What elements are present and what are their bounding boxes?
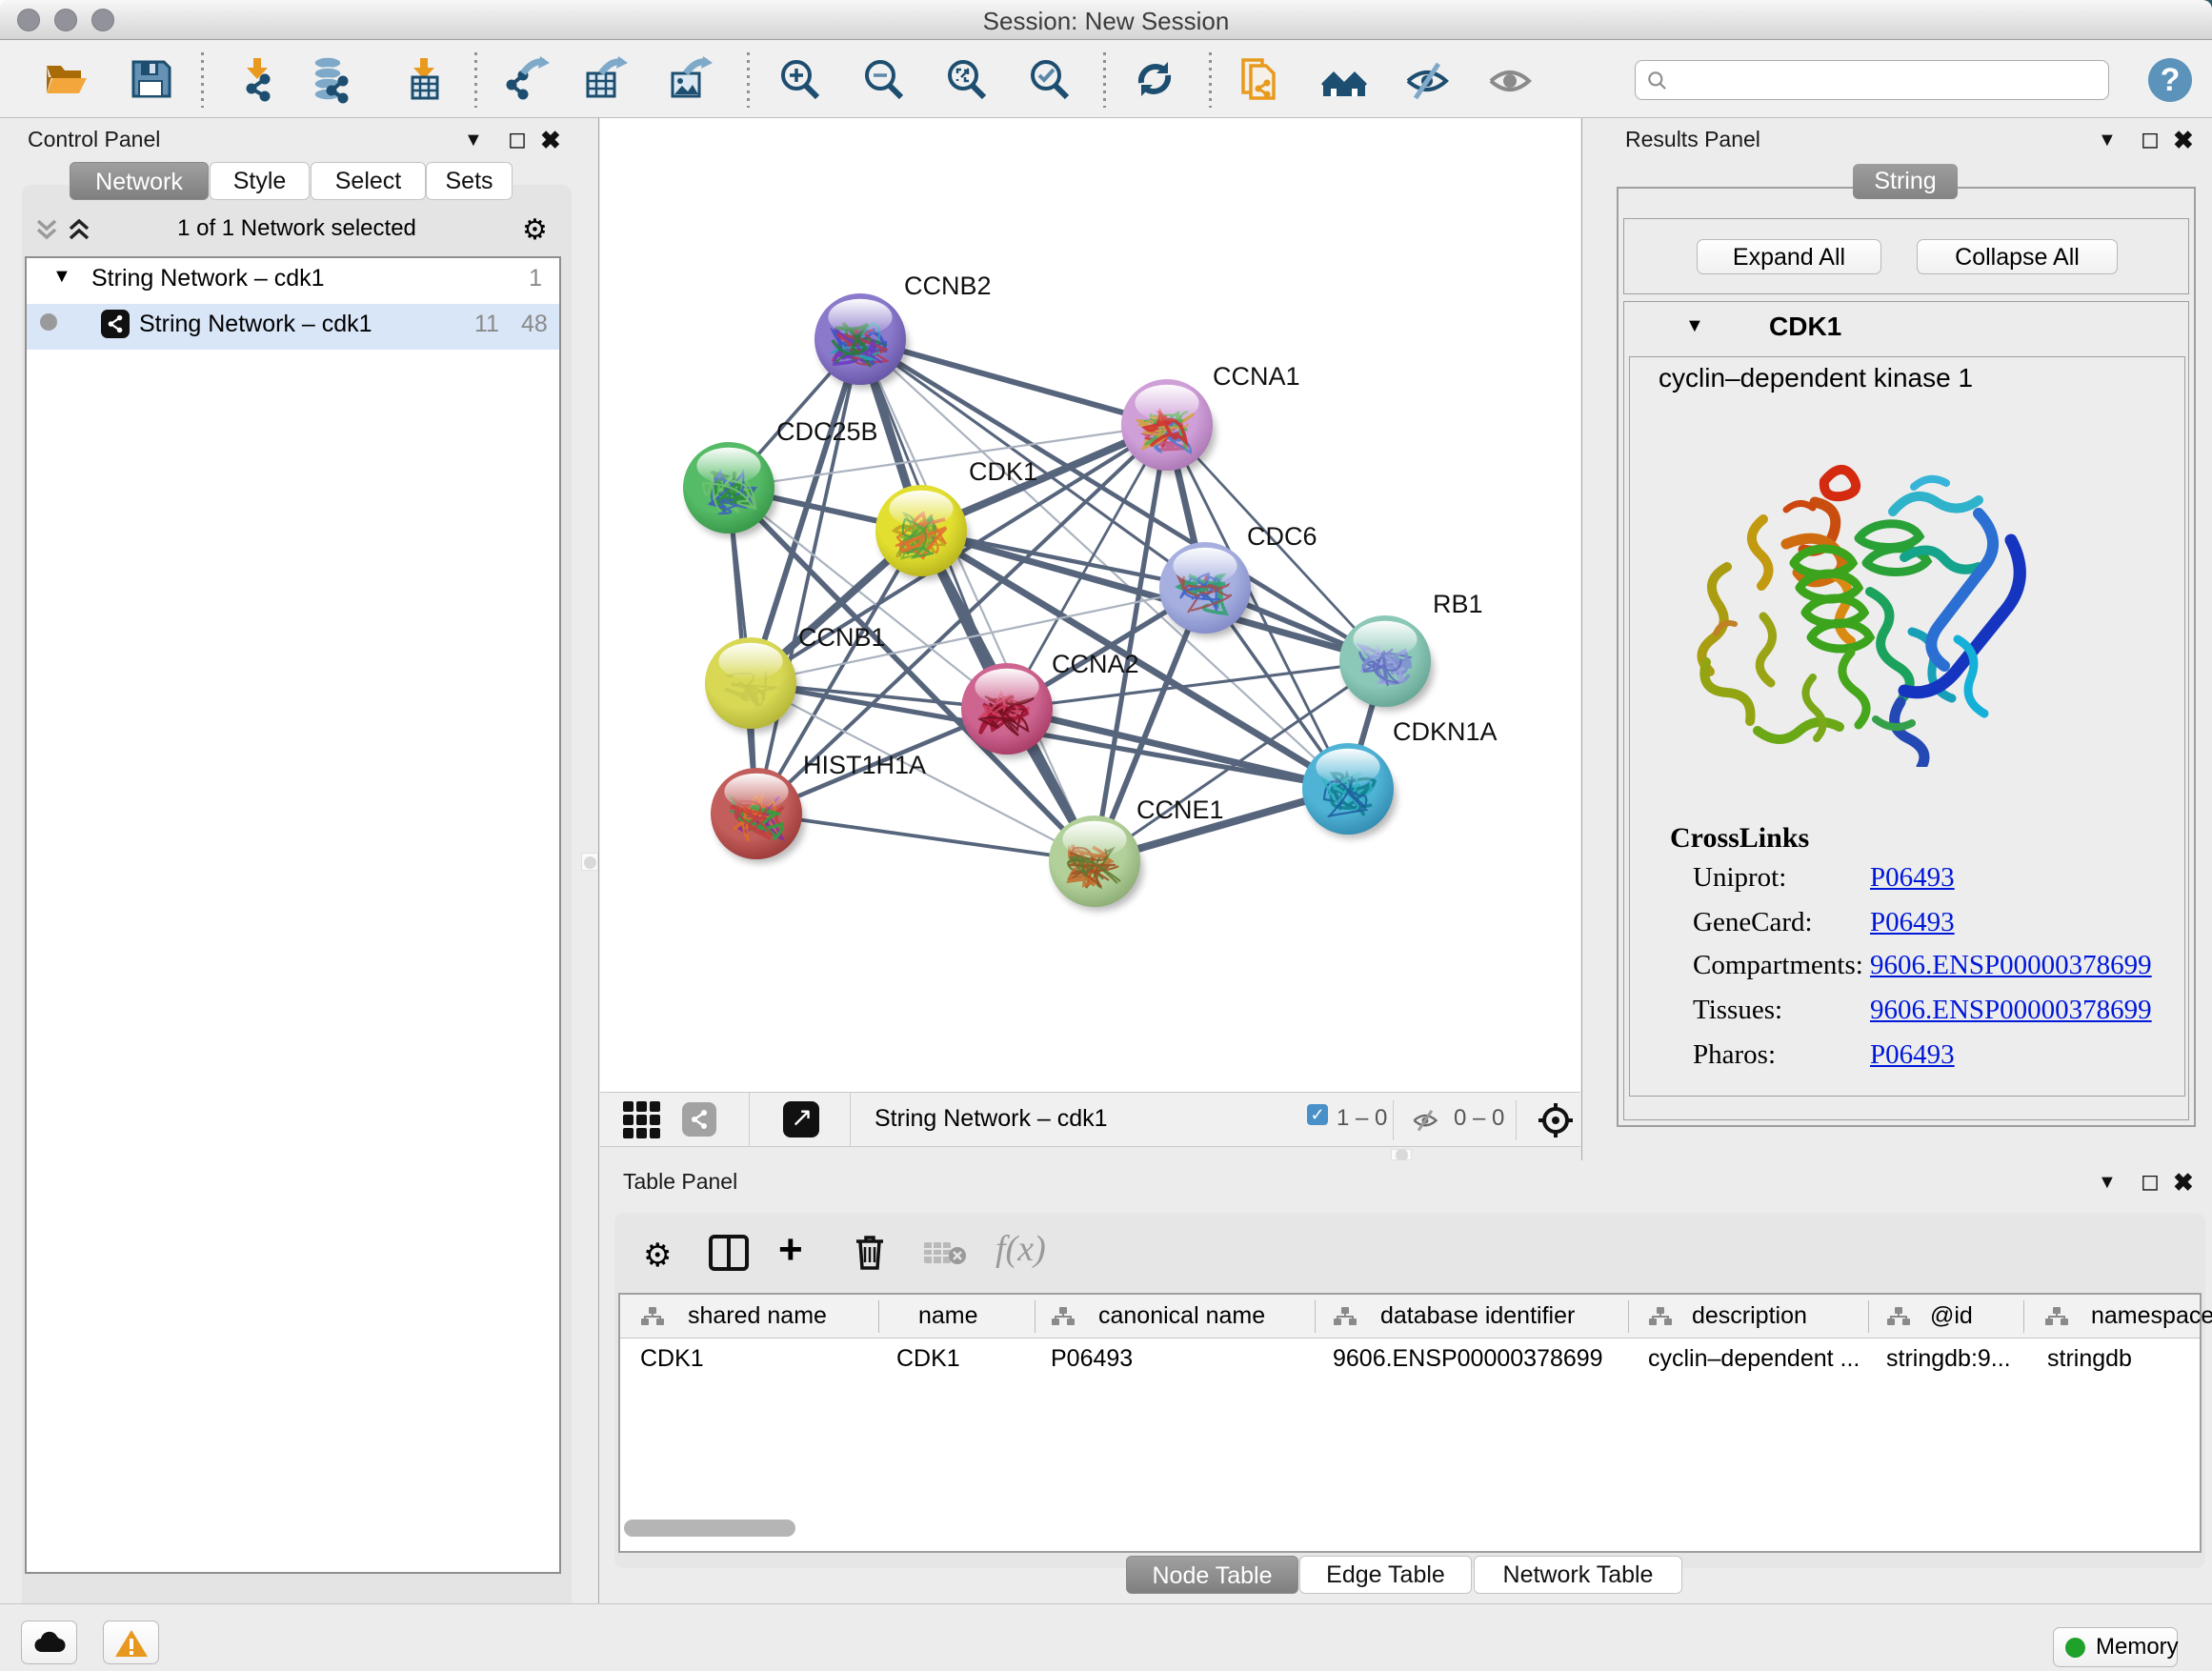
svg-text:CDK1: CDK1 xyxy=(969,457,1037,486)
svg-text:CDC25B: CDC25B xyxy=(776,417,878,446)
svg-text:CDC6: CDC6 xyxy=(1247,522,1317,551)
svg-text:CCNA2: CCNA2 xyxy=(1052,650,1139,678)
svg-text:CDKN1A: CDKN1A xyxy=(1393,717,1498,746)
svg-text:CCNB2: CCNB2 xyxy=(904,272,992,300)
svg-text:CCNB1: CCNB1 xyxy=(798,623,886,652)
svg-text:CCNA1: CCNA1 xyxy=(1213,362,1300,391)
svg-text:CCNE1: CCNE1 xyxy=(1136,795,1224,824)
svg-text:HIST1H1A: HIST1H1A xyxy=(803,751,926,779)
svg-text:RB1: RB1 xyxy=(1433,590,1483,618)
